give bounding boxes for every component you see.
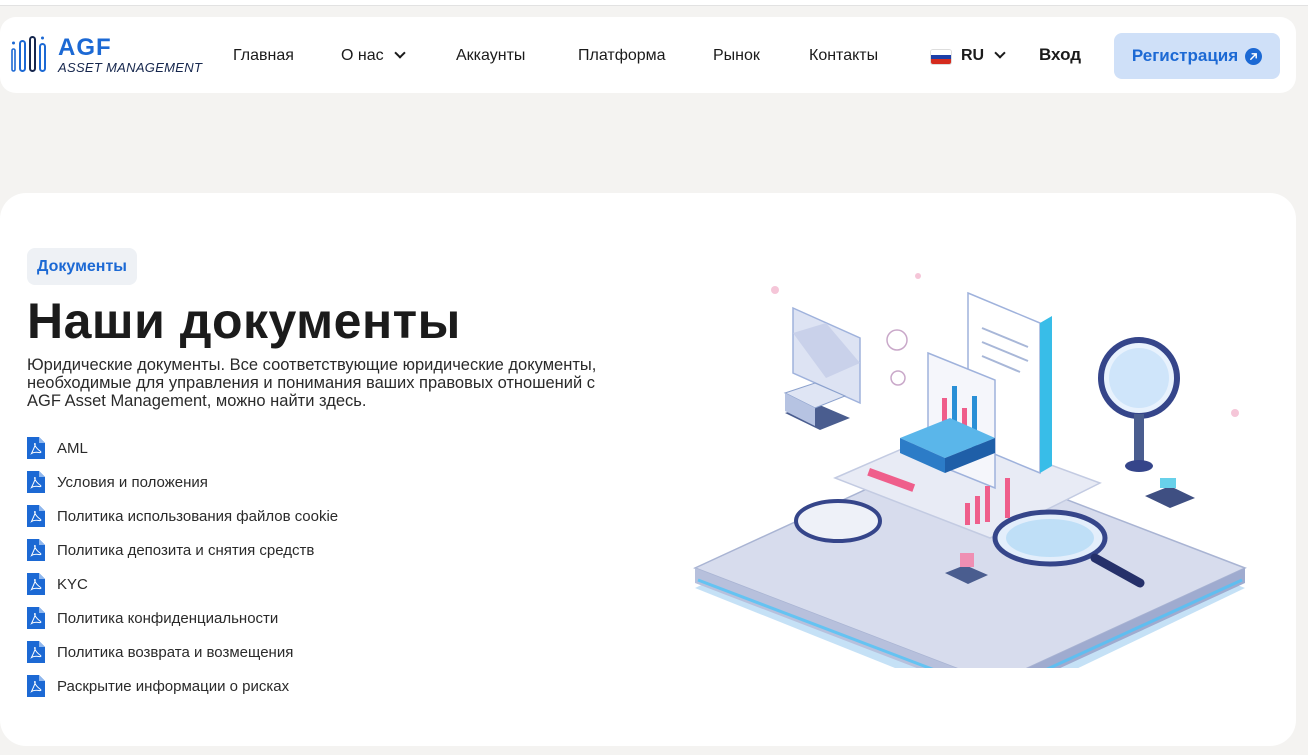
register-button[interactable]: Регистрация xyxy=(1114,33,1280,79)
pdf-file-icon xyxy=(27,505,45,527)
chevron-down-icon xyxy=(393,47,406,59)
document-link-aml[interactable]: AML xyxy=(27,431,427,465)
nav-about-label: О нас xyxy=(341,47,384,64)
nav-home[interactable]: Главная xyxy=(233,46,294,66)
browser-top-edge xyxy=(0,0,1308,6)
nav-contacts[interactable]: Контакты xyxy=(809,46,878,66)
document-label: Политика конфиденциальности xyxy=(57,609,279,627)
documents-section: Документы Наши документы Юридические док… xyxy=(0,193,1296,746)
document-link-privacy[interactable]: Политика конфиденциальности xyxy=(27,601,427,635)
pdf-file-icon xyxy=(27,607,45,629)
nav-accounts[interactable]: Аккаунты xyxy=(456,46,525,66)
language-label: RU xyxy=(961,47,985,64)
section-badge: Документы xyxy=(27,248,137,285)
document-label: KYC xyxy=(57,575,88,593)
pdf-file-icon xyxy=(27,641,45,663)
logo-subtitle: ASSET MANAGEMENT xyxy=(58,60,203,75)
pdf-file-icon xyxy=(27,471,45,493)
nav-market[interactable]: Рынок xyxy=(713,46,760,66)
document-label: AML xyxy=(57,439,88,457)
document-link-risk[interactable]: Раскрытие информации о рисках xyxy=(27,669,427,703)
document-label: Политика депозита и снятия средств xyxy=(57,541,315,559)
pdf-file-icon xyxy=(27,437,45,459)
document-label: Раскрытие информации о рисках xyxy=(57,677,290,695)
pdf-file-icon xyxy=(27,675,45,697)
document-list: AML Условия и положения Политика использ… xyxy=(27,431,427,703)
agf-logo[interactable]: AGF ASSET MANAGEMENT xyxy=(10,34,203,75)
document-link-refund[interactable]: Политика возврата и возмещения xyxy=(27,635,427,669)
document-link-deposit[interactable]: Политика депозита и снятия средств xyxy=(27,533,427,567)
pdf-file-icon xyxy=(27,539,45,561)
logo-text: AGF xyxy=(58,34,112,61)
russia-flag-icon[interactable] xyxy=(931,50,951,64)
document-link-terms[interactable]: Условия и положения xyxy=(27,465,427,499)
document-label: Политика использования файлов cookie xyxy=(57,507,339,525)
document-link-cookie[interactable]: Политика использования файлов cookie xyxy=(27,499,427,533)
nav-platform[interactable]: Платформа xyxy=(578,46,666,66)
chevron-down-icon xyxy=(994,47,1006,59)
document-label: Политика возврата и возмещения xyxy=(57,643,294,661)
document-label: Условия и положения xyxy=(57,473,208,491)
page-title: Наши документы xyxy=(27,293,461,349)
pdf-file-icon xyxy=(27,573,45,595)
register-label: Регистрация xyxy=(1131,46,1239,65)
arrow-up-right-icon xyxy=(1245,47,1263,65)
nav-about[interactable]: О нас xyxy=(341,46,406,66)
logo-mark-icon xyxy=(11,36,46,72)
login-link[interactable]: Вход xyxy=(1039,45,1081,65)
site-header: AGF ASSET MANAGEMENT Главная О нас Аккау… xyxy=(0,17,1296,93)
documents-illustration xyxy=(693,273,1247,668)
language-selector[interactable]: RU xyxy=(961,46,1006,66)
document-link-kyc[interactable]: KYC xyxy=(27,567,427,601)
page-description: Юридические документы. Все соответствующ… xyxy=(27,356,597,410)
